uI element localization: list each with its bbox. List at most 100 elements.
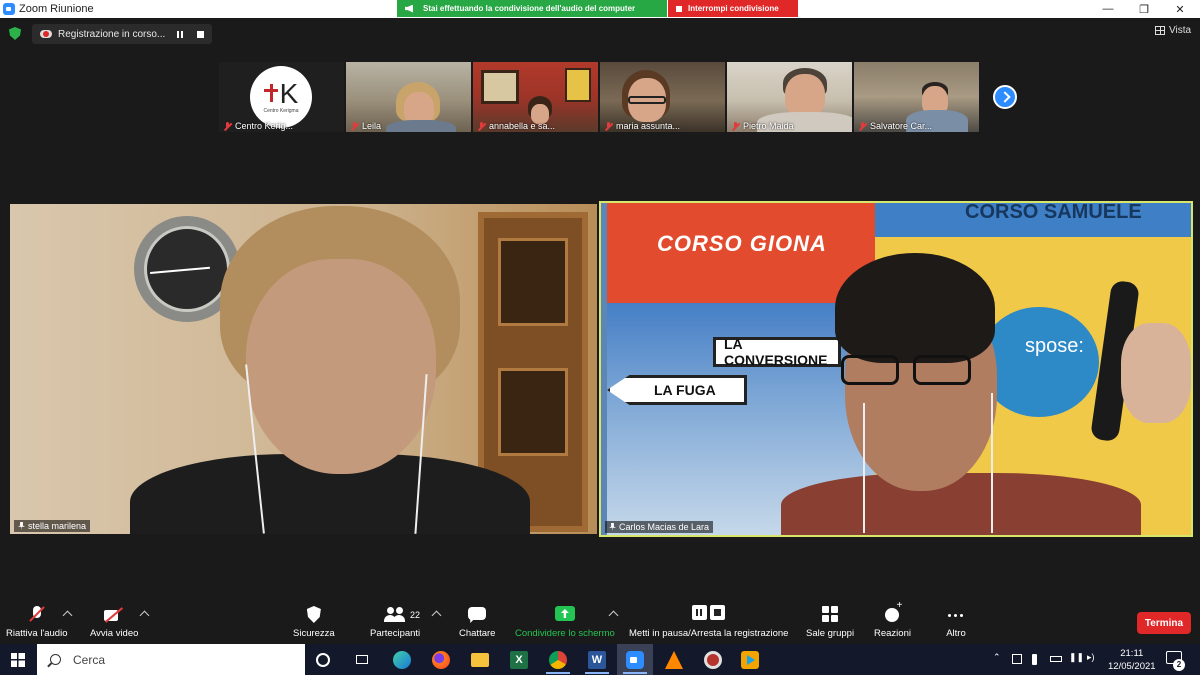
grid-view-icon	[1155, 26, 1165, 35]
encryption-shield-icon[interactable]	[9, 27, 21, 40]
banner-bubble: spose:	[979, 307, 1099, 417]
chat-button[interactable]: Chattare	[459, 605, 495, 639]
end-meeting-button[interactable]: Termina	[1137, 612, 1191, 634]
security-button[interactable]: Sicurezza	[293, 605, 335, 639]
banner-corso-samuele: CORSO SAMUELE	[875, 203, 1191, 237]
zoom-running-indicator	[623, 672, 647, 674]
more-dots-icon	[944, 605, 968, 625]
stop-icon	[676, 5, 682, 12]
excel-icon[interactable]: X	[510, 651, 528, 669]
window-title: Zoom Riunione	[19, 3, 94, 15]
file-explorer-icon[interactable]	[471, 653, 489, 667]
video-carlos-macias-de-lara[interactable]: CORSO GIONA CORSO SAMUELE spose: LA CONV…	[599, 201, 1193, 537]
zoom-icon[interactable]	[626, 651, 644, 669]
pause-recording-icon[interactable]	[177, 30, 183, 38]
participants-options-chevron-icon[interactable]	[431, 610, 442, 621]
share-screen-button[interactable]: Condividere lo schermo	[515, 605, 615, 639]
view-button[interactable]: Vista	[1155, 25, 1191, 36]
zoom-app-icon	[3, 3, 15, 15]
tray-chevron-icon[interactable]: ⌃	[993, 652, 1001, 663]
taskbar-time: 21:11	[1120, 648, 1144, 659]
stop-recording-icon[interactable]	[197, 30, 204, 38]
pause-stop-recording-button[interactable]: Metti in pausa/Arresta la registrazione	[629, 605, 788, 639]
chat-bubble-icon	[465, 605, 489, 625]
muted-mic-icon	[350, 121, 359, 131]
task-view-icon[interactable]	[316, 653, 330, 667]
usb-icon[interactable]	[1032, 654, 1037, 665]
video-name-label: Carlos Macias de Lara	[605, 521, 714, 533]
restore-icon[interactable]: ❐	[1126, 0, 1162, 18]
taskbar-date: 12/05/2021	[1108, 661, 1156, 672]
start-video-button[interactable]: Avvia video	[90, 605, 138, 639]
centro-kerigma-logo: K Centro Kerigma	[250, 66, 312, 128]
muted-mic-icon	[604, 121, 613, 131]
player-icon[interactable]	[741, 651, 759, 669]
thumbnail-name: Pietro Maida	[731, 121, 794, 131]
word-running-indicator	[585, 672, 609, 674]
cloud-record-icon	[40, 30, 52, 38]
thumbnail-leila[interactable]: Leila	[346, 62, 471, 132]
more-button[interactable]: Altro	[944, 605, 968, 639]
stop-share-label: Interrompi condivisione	[688, 4, 779, 13]
windows-start-icon[interactable]	[11, 653, 25, 667]
video-off-icon	[102, 605, 126, 625]
media-icon[interactable]	[704, 651, 722, 669]
audio-share-banner: Stai effettuando la condivisione dell'au…	[397, 0, 667, 17]
thumbnail-name: maria assunta...	[604, 121, 680, 131]
add-reaction-icon	[880, 600, 904, 625]
chrome-running-indicator	[546, 672, 570, 674]
thumbnail-name: annabella e sa...	[477, 121, 555, 131]
volume-icon[interactable]: ▸)	[1087, 652, 1095, 663]
participants-count: 22	[410, 610, 421, 620]
video-name-label: stella marilena	[14, 520, 91, 532]
chrome-icon[interactable]	[549, 651, 567, 669]
glasses	[837, 355, 977, 389]
reactions-button[interactable]: Reazioni	[874, 600, 911, 639]
search-placeholder: Cerca	[73, 652, 106, 667]
taskbar-search-box[interactable]: Cerca	[37, 644, 305, 675]
search-icon	[50, 654, 61, 665]
minimize-icon[interactable]: —	[1090, 0, 1126, 18]
cross-icon	[263, 84, 278, 102]
edge-icon[interactable]	[393, 651, 411, 669]
tablet-icon[interactable]	[1012, 654, 1022, 664]
thumbnail-annabella[interactable]: annabella e sa...	[473, 62, 598, 132]
muted-mic-icon	[858, 121, 867, 131]
thumbnail-salvatore[interactable]: Salvatore Car...	[854, 62, 979, 132]
breakout-rooms-button[interactable]: Sale gruppi	[806, 605, 854, 639]
participant-thumbnail-strip: K Centro Kerigma Centro Kerig... Leila a…	[219, 62, 979, 132]
video-stella-marilena[interactable]: stella marilena	[10, 204, 597, 534]
unmute-audio-button[interactable]: Riattiva l'audio	[6, 605, 68, 639]
close-icon[interactable]: ✕	[1162, 0, 1198, 18]
shield-icon	[302, 605, 326, 625]
thumbnail-centro-kerigma[interactable]: K Centro Kerigma Centro Kerig...	[219, 62, 344, 132]
pin-icon	[18, 522, 25, 530]
banner-corso-giona: CORSO GIONA	[657, 231, 827, 256]
muted-microphone-icon	[25, 605, 49, 625]
thumbnail-maria-assunta[interactable]: maria assunta...	[600, 62, 725, 132]
speaker-icon	[405, 4, 413, 13]
taskbar-clock[interactable]: 21:11 12/05/2021	[1108, 647, 1156, 673]
thumbnail-name: Leila	[350, 121, 381, 131]
sign-la-fuga: LA FUGA	[607, 375, 747, 405]
thumbnail-name: Salvatore Car...	[858, 121, 932, 131]
muted-mic-icon	[731, 121, 740, 131]
zoom-meeting-window: Zoom Riunione — ❐ ✕ Stai effettuando la …	[0, 0, 1200, 675]
thumbnail-pietro-maida[interactable]: Pietro Maida	[727, 62, 852, 132]
audio-share-message: Stai effettuando la condivisione dell'au…	[423, 4, 636, 13]
pause-stop-icon	[691, 605, 727, 625]
next-page-chevron-icon[interactable]	[993, 85, 1017, 109]
word-icon[interactable]: W	[588, 651, 606, 669]
battery-icon[interactable]	[1050, 656, 1062, 662]
sign-la-conversione: LA CONVERSIONE	[713, 336, 841, 368]
stop-share-button[interactable]: Interrompi condivisione	[668, 0, 798, 17]
timeline-icon[interactable]	[354, 651, 372, 669]
notification-count: 2	[1173, 659, 1185, 671]
video-options-chevron-icon[interactable]	[139, 610, 150, 621]
participants-icon	[383, 605, 407, 625]
view-label: Vista	[1169, 25, 1192, 36]
recording-indicator: Registrazione in corso...	[32, 24, 212, 44]
wifi-icon[interactable]: ❚❚	[1069, 652, 1084, 663]
firefox-icon[interactable]	[432, 651, 450, 669]
breakout-rooms-icon	[818, 605, 842, 625]
